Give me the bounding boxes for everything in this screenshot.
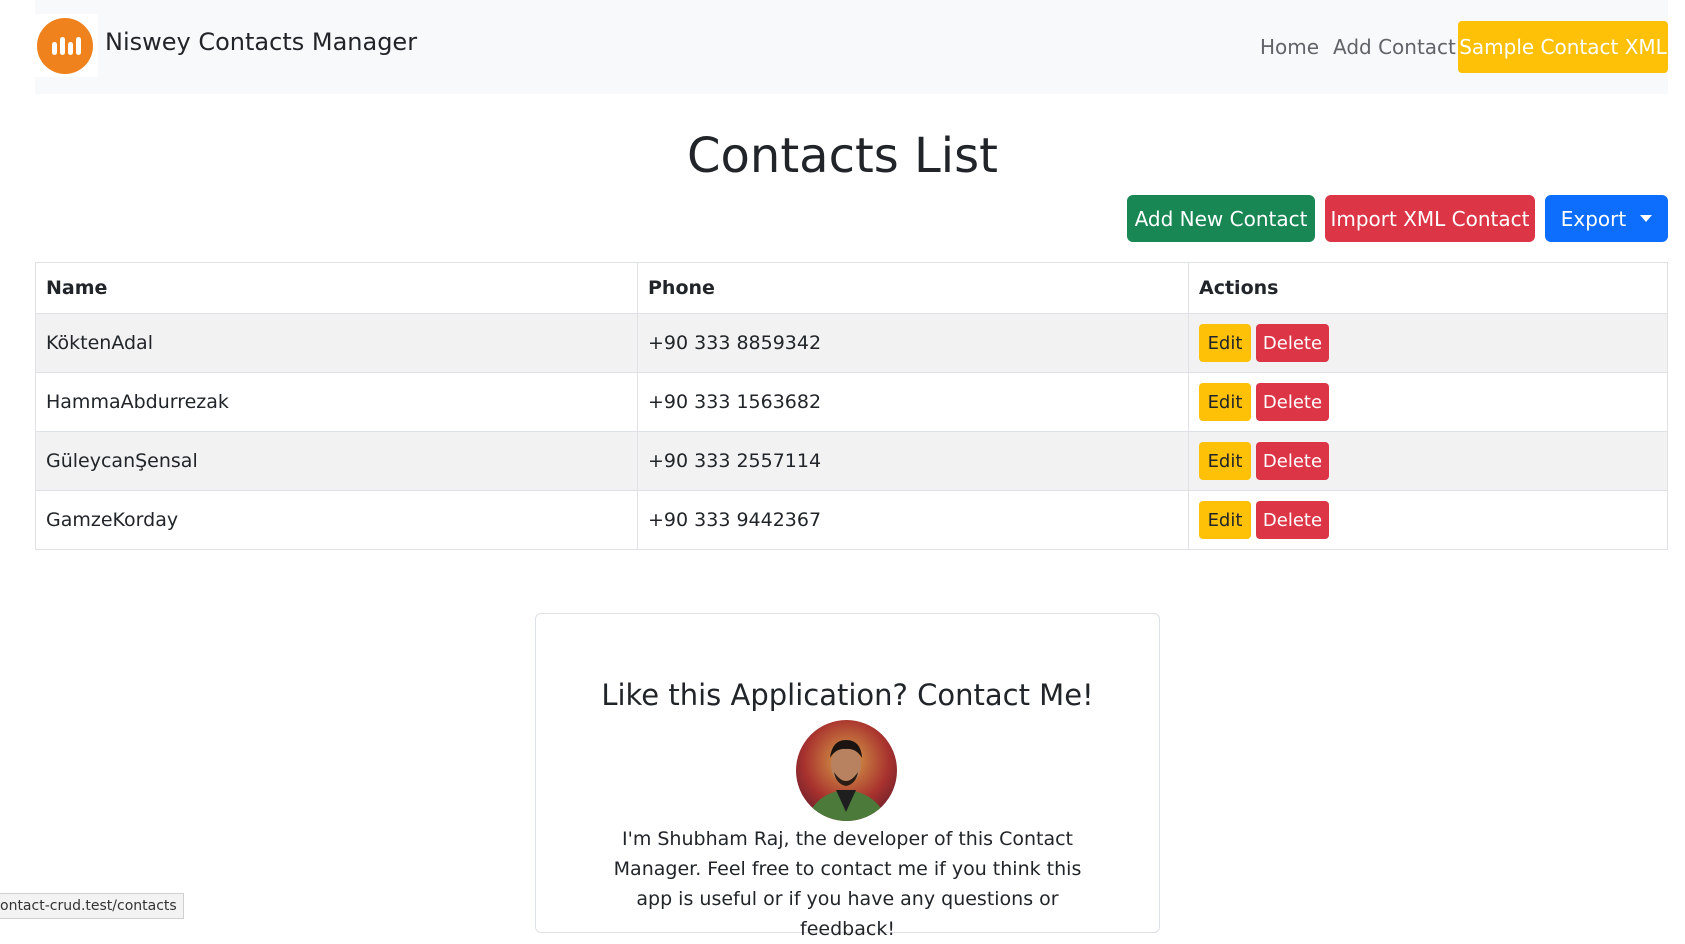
table-row: GamzeKorday +90 333 9442367 Edit Delete	[35, 490, 1668, 550]
edit-button[interactable]: Edit	[1199, 324, 1251, 362]
page-title: Contacts List	[687, 128, 998, 184]
nav-sample-xml-button[interactable]: Sample Contact XML	[1458, 21, 1668, 73]
contact-name: HammaAbdurrezak	[35, 372, 638, 432]
export-label: Export	[1560, 206, 1627, 231]
brand-name[interactable]: Niswey Contacts Manager	[105, 28, 417, 56]
contact-me-card: Like this Application? Contact Me! I'm S…	[535, 613, 1160, 940]
edit-button[interactable]: Edit	[1199, 501, 1251, 539]
header-phone: Phone	[637, 262, 1189, 314]
add-new-contact-label: Add New Contact	[1134, 206, 1308, 231]
delete-button[interactable]: Delete	[1256, 442, 1329, 480]
brand-logo[interactable]	[35, 14, 98, 77]
table-row: HammaAbdurrezak +90 333 1563682 Edit Dele…	[35, 372, 1668, 432]
navbar: Niswey Contacts Manager Home Add Contact…	[35, 0, 1668, 94]
row-actions: Edit Delete	[1188, 372, 1668, 432]
avatar	[796, 720, 897, 821]
card-text: I'm Shubham Raj, the developer of this C…	[613, 828, 1082, 940]
header-name: Name	[35, 262, 638, 314]
contact-name: KöktenAdal	[35, 313, 638, 373]
delete-button[interactable]: Delete	[1256, 501, 1329, 539]
contact-name: GamzeKorday	[35, 490, 638, 550]
status-bar-url: ontact-crud.test/contacts	[0, 893, 184, 919]
card-title: Like this Application? Contact Me!	[601, 678, 1094, 712]
nav-add-contact-link[interactable]: Add Contact	[1333, 35, 1456, 59]
caret-down-icon	[1640, 215, 1653, 222]
edit-button[interactable]: Edit	[1199, 383, 1251, 421]
row-actions: Edit Delete	[1188, 313, 1668, 373]
developer-photo	[796, 720, 897, 821]
header-actions: Actions	[1188, 262, 1668, 314]
add-new-contact-button[interactable]: Add New Contact	[1127, 195, 1315, 242]
contact-name: GüleycanŞensal	[35, 431, 638, 491]
contact-phone: +90 333 1563682	[637, 372, 1189, 432]
table-row: GüleycanŞensal +90 333 2557114 Edit Delet…	[35, 431, 1668, 491]
contact-phone: +90 333 9442367	[637, 490, 1189, 550]
contact-phone: +90 333 2557114	[637, 431, 1189, 491]
contact-phone: +90 333 8859342	[637, 313, 1189, 373]
table-row: KöktenAdal +90 333 8859342 Edit Delete	[35, 313, 1668, 373]
import-xml-button[interactable]: Import XML Contact	[1325, 195, 1535, 242]
nav-home-link[interactable]: Home	[1260, 35, 1319, 59]
table-header-row: Name Phone Actions	[35, 262, 1668, 314]
row-actions: Edit Delete	[1188, 431, 1668, 491]
delete-button[interactable]: Delete	[1256, 383, 1329, 421]
edit-button[interactable]: Edit	[1199, 442, 1251, 480]
row-actions: Edit Delete	[1188, 490, 1668, 550]
export-dropdown-button[interactable]: Export	[1545, 195, 1668, 242]
delete-button[interactable]: Delete	[1256, 324, 1329, 362]
contacts-table: Name Phone Actions KöktenAdal +90 333 88…	[35, 262, 1668, 550]
logo-bars-icon	[52, 37, 81, 55]
import-xml-label: Import XML Contact	[1330, 206, 1530, 231]
